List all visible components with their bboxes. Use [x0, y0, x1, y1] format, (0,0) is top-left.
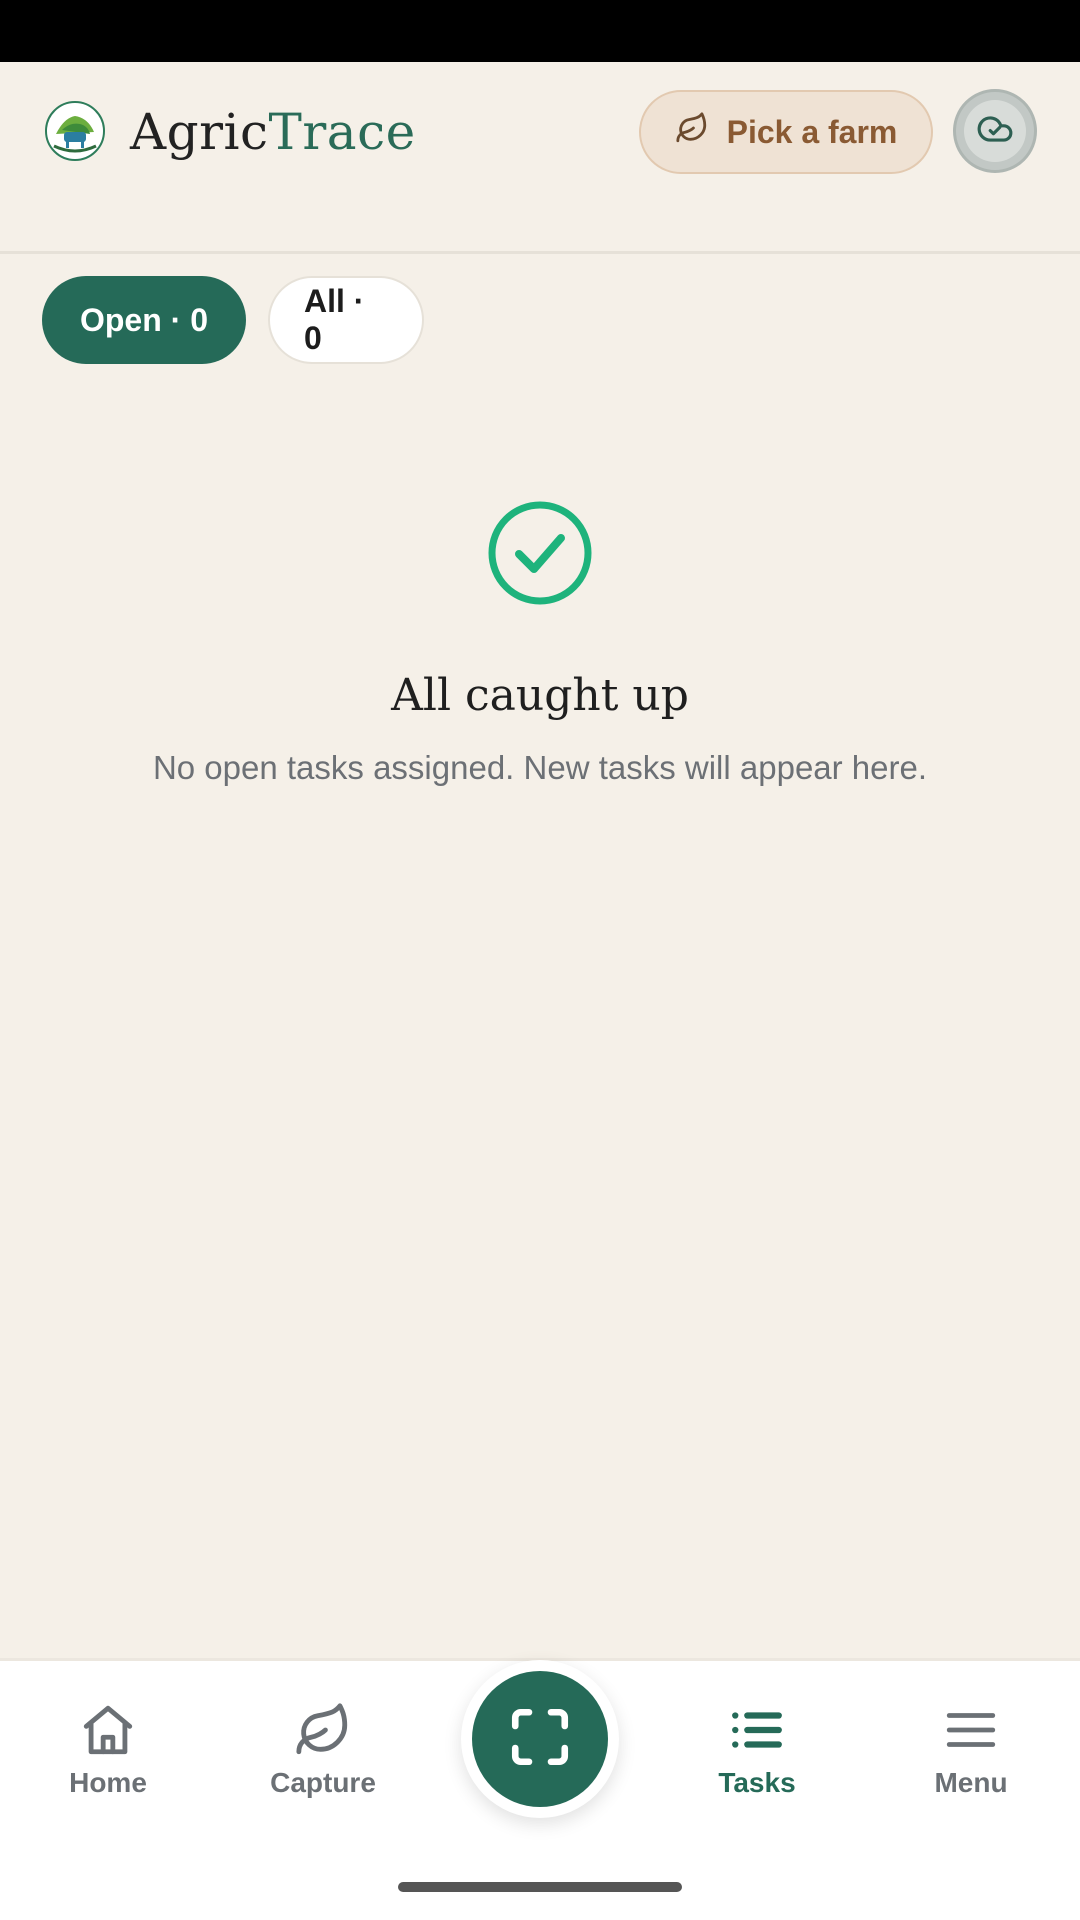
- nav-home-label: Home: [69, 1767, 147, 1798]
- tab-open[interactable]: Open · 0: [42, 276, 246, 364]
- pick-farm-button[interactable]: Pick a farm: [639, 90, 933, 174]
- home-indicator: [398, 1882, 682, 1892]
- nav-home[interactable]: Home: [23, 1701, 193, 1799]
- app-brand: AgricTrace: [130, 102, 416, 162]
- app-logo: [44, 100, 106, 162]
- cloud-check-icon: [976, 110, 1014, 153]
- menu-icon: [886, 1701, 1056, 1759]
- tab-all[interactable]: All · 0: [268, 276, 424, 364]
- nav-tasks[interactable]: Tasks: [672, 1701, 842, 1799]
- empty-state: All caught up No open tasks assigned. Ne…: [0, 500, 1080, 787]
- sync-button[interactable]: [953, 89, 1037, 173]
- nav-capture-label: Capture: [270, 1767, 376, 1798]
- app-header: AgricTrace Pick a farm: [0, 62, 1080, 254]
- status-bar: [0, 0, 1080, 62]
- empty-state-title: All caught up: [391, 670, 689, 721]
- sync-button-inner: [964, 100, 1026, 162]
- leaf-icon: [238, 1701, 408, 1759]
- nav-tasks-label: Tasks: [718, 1767, 796, 1798]
- nav-menu[interactable]: Menu: [886, 1701, 1056, 1799]
- pick-farm-label: Pick a farm: [726, 113, 898, 150]
- nav-menu-label: Menu: [934, 1767, 1008, 1798]
- empty-state-subtitle: No open tasks assigned. New tasks will a…: [152, 749, 928, 786]
- list-icon: [672, 1701, 842, 1759]
- scan-button-inner: [472, 1671, 608, 1807]
- nav-capture[interactable]: Capture: [238, 1701, 408, 1799]
- leaf-icon: [675, 111, 709, 153]
- brand-part-2: Trace: [268, 103, 416, 161]
- scan-button[interactable]: [461, 1660, 619, 1818]
- check-circle-icon: [487, 500, 593, 606]
- brand-part-1: Agric: [130, 103, 269, 161]
- task-filter-tabs: Open · 0 All · 0: [42, 276, 424, 364]
- home-icon: [23, 1701, 193, 1759]
- scan-icon: [507, 1704, 573, 1775]
